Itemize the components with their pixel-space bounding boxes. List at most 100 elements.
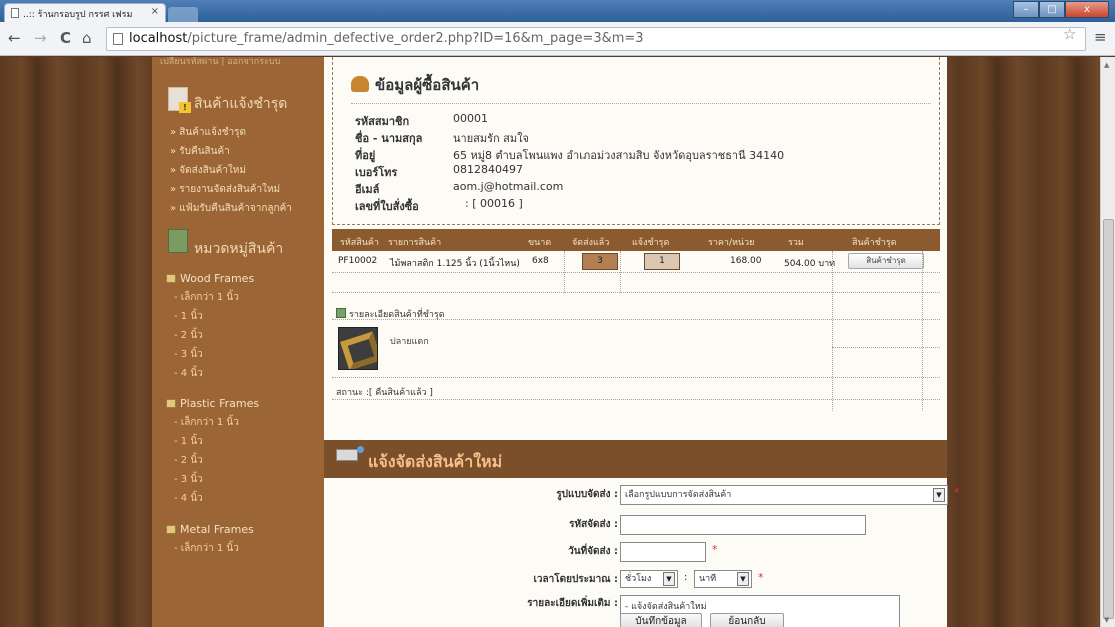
member-id-label: รหัสสมาชิก xyxy=(355,115,410,128)
notes-label: รายละเอียดเพิ่มเติม : xyxy=(527,598,618,609)
back-button[interactable]: ย้อนกลับ xyxy=(710,613,784,627)
order-number-value: : [ 00016 ] xyxy=(465,197,523,210)
bookmark-star-icon[interactable]: ☆ xyxy=(1063,25,1076,43)
estimated-time-label: เวลาโดยประมาณ : xyxy=(533,574,618,585)
defect-description: ปลายแตก xyxy=(390,337,429,347)
home-icon[interactable]: ⌂ xyxy=(82,29,92,47)
page-icon xyxy=(11,8,19,18)
folder-icon xyxy=(166,274,176,283)
subcategory-link[interactable]: - 2 นิ้ว xyxy=(174,453,203,468)
sidebar-item-defective-products[interactable]: » สินค้าแจ้งชำรุด xyxy=(170,125,246,140)
browser-menu-icon[interactable]: ≡ xyxy=(1094,28,1107,46)
reload-icon[interactable]: C xyxy=(60,29,71,47)
phone-label: เบอร์โทร xyxy=(355,166,398,179)
subcategory-link[interactable]: - 3 นิ้ว xyxy=(174,472,203,487)
ship-date-label: วันที่จัดส่ง : xyxy=(568,546,618,557)
delivery-truck-icon xyxy=(336,446,364,461)
sidebar-item-returns[interactable]: » รับคืนสินค้า xyxy=(170,144,230,159)
sidebar: เปลี่ยนรหัสผ่าน | ออกจากระบบ สินค้าแจ้งช… xyxy=(152,57,324,627)
page-scrollbar[interactable]: ▲ ▼ xyxy=(1100,57,1115,627)
sidebar-item-reship[interactable]: » จัดส่งสินค้าใหม่ xyxy=(170,163,246,178)
account-links[interactable]: เปลี่ยนรหัสผ่าน | ออกจากระบบ xyxy=(160,57,280,68)
scroll-up-icon[interactable]: ▲ xyxy=(1104,61,1109,69)
page-background: เปลี่ยนรหัสผ่าน | ออกจากระบบ สินค้าแจ้งช… xyxy=(0,57,1100,627)
address-bar[interactable]: localhost/picture_frame/admin_defective_… xyxy=(106,27,1086,51)
subcategory-link[interactable]: - 4 นิ้ว xyxy=(174,366,203,381)
subcategory-link[interactable]: - 1 นิ้ว xyxy=(174,309,203,324)
reship-header: แจ้งจัดส่งสินค้าใหม่ xyxy=(324,440,947,478)
table-row-empty xyxy=(332,273,940,293)
folder-icon xyxy=(166,399,176,408)
chevron-down-icon: ▼ xyxy=(663,572,675,586)
subcategory-link[interactable]: - 1 นิ้ว xyxy=(174,434,203,449)
sidebar-item-return-file[interactable]: » แฟ้มรับคืนสินค้าจากลูกค้า xyxy=(170,201,292,216)
folder-icon xyxy=(166,525,176,534)
col-defective-item: สินค้าชำรุด xyxy=(852,238,897,248)
chevron-down-icon: ▼ xyxy=(933,488,945,502)
maximize-button[interactable]: □ xyxy=(1039,1,1065,18)
tab-close-icon[interactable]: × xyxy=(151,6,159,17)
minimize-button[interactable]: – xyxy=(1013,1,1039,18)
required-mark: * xyxy=(712,543,718,556)
tracking-code-label: รหัสจัดส่ง : xyxy=(569,519,618,530)
sidebar-item-reship-report[interactable]: » รายงานจัดส่งสินค้าใหม่ xyxy=(170,182,280,197)
tracking-code-input[interactable] xyxy=(620,515,866,535)
address-label: ที่อยู่ xyxy=(355,149,376,162)
return-status: สถานะ :[ คืนสินค้าแล้ว ] xyxy=(336,388,433,398)
address-value: 65 หมู่8 ตำบลโพนแพง อำเภอม่วงสามสิบ จังห… xyxy=(453,149,785,162)
sidebar-section-title: สินค้าแจ้งชำรุด xyxy=(194,96,288,112)
save-button[interactable]: บันทึกข้อมูล xyxy=(620,613,702,627)
divider xyxy=(351,103,931,104)
time-separator: : xyxy=(684,572,688,583)
sidebar-section-categories: หมวดหมู่สินค้า xyxy=(164,229,324,257)
new-tab-button[interactable] xyxy=(168,7,198,22)
close-window-button[interactable]: x xyxy=(1065,1,1109,18)
name-value: นายสมรัก สมใจ xyxy=(453,132,529,145)
grid-line xyxy=(332,377,940,378)
shipping-method-select[interactable]: เลือกรูปแบบการจัดส่งสินค้า ▼ xyxy=(620,485,948,505)
shipping-method-label: รูปแบบจัดส่ง : xyxy=(556,489,618,500)
scroll-down-icon[interactable]: ▼ xyxy=(1104,616,1109,624)
back-icon[interactable]: ← xyxy=(8,29,21,47)
subcategory-link[interactable]: - เล็กกว่า 1 นิ้ว xyxy=(174,415,239,430)
browser-tab[interactable]: ..:: ร้านกรอบรูป กรรศ เฟรม × xyxy=(4,3,166,22)
order-table: รหัสสินค้า รายการสินค้า ขนาด จัดส่งแล้ว … xyxy=(332,229,940,293)
window-titlebar: ..:: ร้านกรอบรูป กรรศ เฟรม × – □ x xyxy=(0,0,1115,22)
category-wood-frames[interactable]: Wood Frames xyxy=(166,272,254,285)
category-plastic-frames[interactable]: Plastic Frames xyxy=(166,397,259,410)
page-info-icon xyxy=(113,33,123,45)
scrollbar-thumb[interactable] xyxy=(1103,219,1114,619)
minute-select[interactable]: นาที ▼ xyxy=(694,570,752,588)
subcategory-link[interactable]: - 4 นิ้ว xyxy=(174,491,203,506)
name-label: ชื่อ - นามสกุล xyxy=(355,132,423,145)
col-code: รหัสสินค้า xyxy=(340,238,379,248)
ship-date-input[interactable] xyxy=(620,542,706,562)
email-label: อีเมล์ xyxy=(355,183,380,196)
col-defective: แจ้งชำรุด xyxy=(632,238,670,248)
order-number-label: เลขที่ใบสั่งซื้อ xyxy=(355,200,419,213)
defective-item-button[interactable]: สินค้าชำรุด xyxy=(848,253,924,269)
subcategory-link[interactable]: - 2 นิ้ว xyxy=(174,328,203,343)
col-total: รวม xyxy=(788,238,804,248)
category-metal-frames[interactable]: Metal Frames xyxy=(166,523,254,536)
main-panel: ข้อมูลผู้ซื้อสินค้า รหัสสมาชิก 00001 ชื่… xyxy=(324,57,960,627)
line-total: 504.00 บาท xyxy=(784,259,836,269)
subcategory-link[interactable]: - เล็กกว่า 1 นิ้ว xyxy=(174,541,239,556)
col-item: รายการสินค้า xyxy=(388,238,442,248)
subcategory-link[interactable]: - 3 นิ้ว xyxy=(174,347,203,362)
required-mark: * xyxy=(758,571,764,584)
defective-warning-icon xyxy=(168,87,191,113)
customer-info-box: ข้อมูลผู้ซื้อสินค้า รหัสสมาชิก 00001 ชื่… xyxy=(332,57,940,225)
browser-toolbar: ← → C ⌂ localhost/picture_frame/admin_de… xyxy=(0,22,1115,56)
grid-line xyxy=(564,251,565,293)
url-host: localhost xyxy=(129,31,188,46)
phone-value: 0812840497 xyxy=(453,163,523,176)
hour-select[interactable]: ชั่วโมง ▼ xyxy=(620,570,678,588)
defective-product-image xyxy=(338,327,378,370)
table-header: รหัสสินค้า รายการสินค้า ขนาด จัดส่งแล้ว … xyxy=(332,229,940,251)
category-icon xyxy=(168,229,188,253)
subcategory-link[interactable]: - เล็กกว่า 1 นิ้ว xyxy=(174,290,239,305)
grid-line xyxy=(832,347,940,348)
shipped-quantity: 3 xyxy=(582,253,618,270)
forward-icon[interactable]: → xyxy=(34,29,47,47)
